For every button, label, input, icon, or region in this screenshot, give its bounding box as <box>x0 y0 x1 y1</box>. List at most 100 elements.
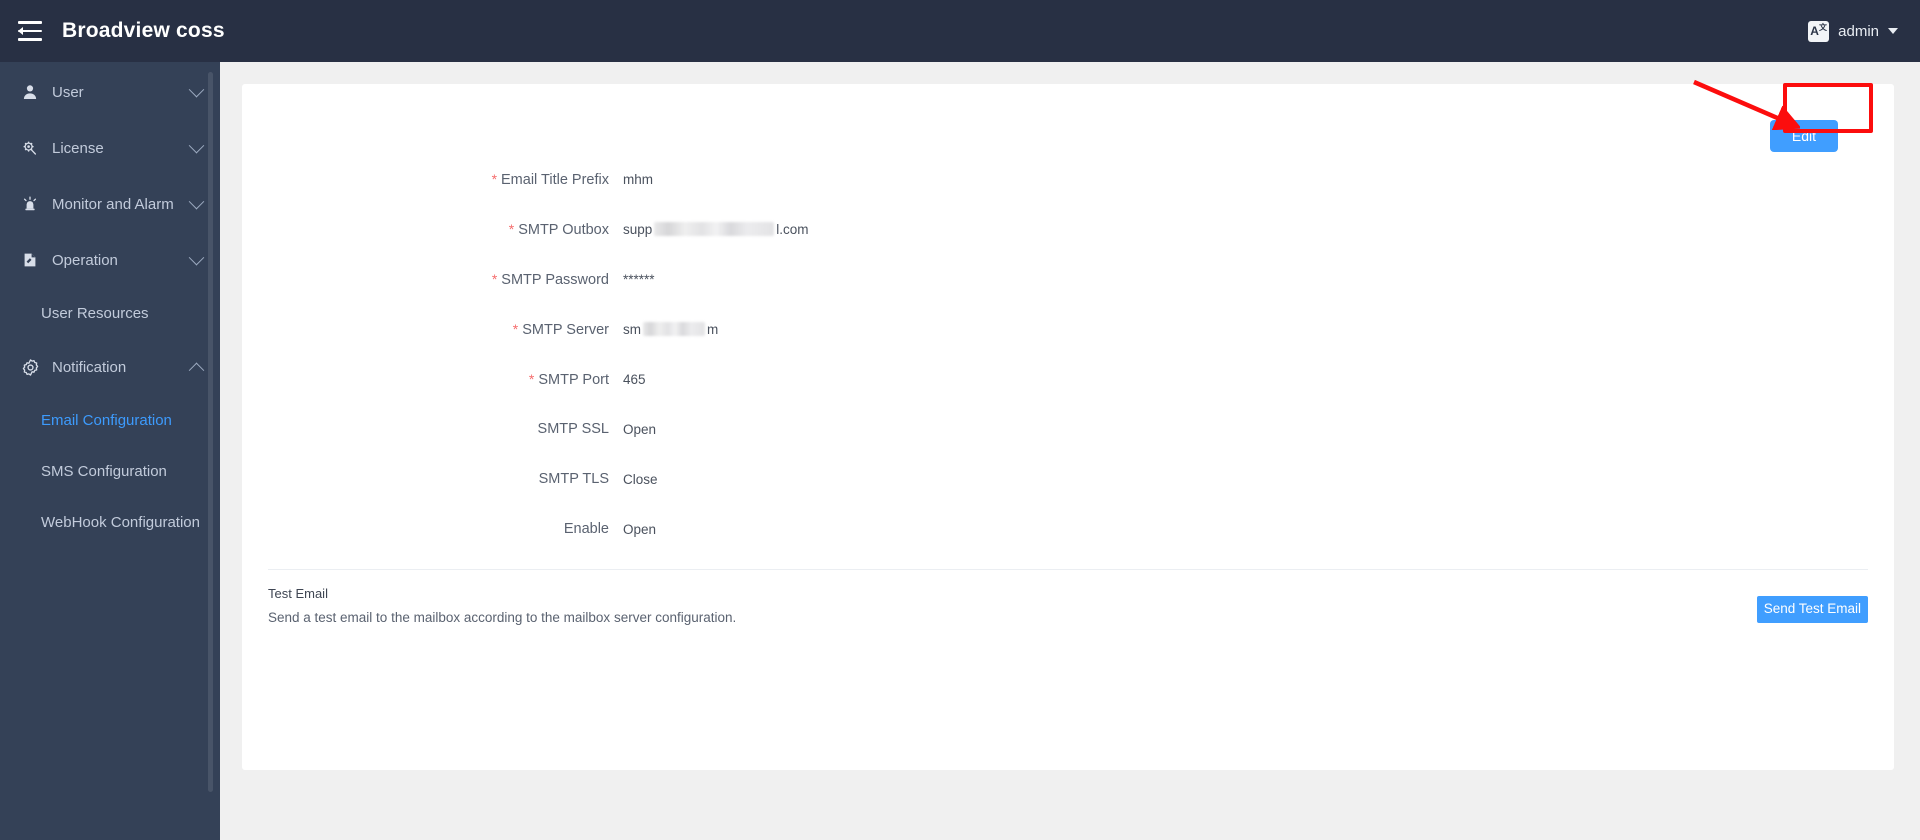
sidebar-subitem-label: Email Configuration <box>41 412 172 429</box>
sidebar: User License Monitor and Alarm Operation… <box>0 62 220 840</box>
redacted-value-mask <box>643 322 705 336</box>
edit-button[interactable]: Edit <box>1769 120 1838 152</box>
sidebar-item-user-resources[interactable]: User Resources <box>0 288 220 339</box>
form-row-label: * SMTP Password <box>268 271 623 288</box>
form-row-value-text: Open <box>623 521 657 537</box>
form-row-value-suffix: l.com <box>776 221 809 237</box>
email-configuration-card: Edit * Email Title Prefix mhm * SMTP Outbox s… <box>242 84 1894 770</box>
sidebar-scrollbar-thumb[interactable] <box>208 72 213 792</box>
form-row-label-text: Email Title Prefix <box>501 171 609 188</box>
app-root: Broadview coss A文 admin User License Mon… <box>0 0 1920 840</box>
form-row-value: sm m <box>623 322 718 337</box>
sidebar-item-operation[interactable]: Operation <box>0 232 220 288</box>
form-row: * SMTP Server sm m <box>268 304 1868 354</box>
form-row-value-text: 465 <box>623 371 646 387</box>
sidebar-item-label: User <box>52 83 84 101</box>
form-row-label-text: SMTP Port <box>538 371 609 388</box>
user-menu-label[interactable]: admin <box>1838 23 1879 40</box>
chevron-down-icon[interactable] <box>188 81 205 97</box>
test-email-title: Test Email <box>268 586 328 601</box>
form-row: * SMTP Password ****** <box>268 254 1868 304</box>
menu-collapse-icon[interactable] <box>18 21 42 41</box>
form-row-label-text: SMTP Server <box>522 321 609 338</box>
language-switch-icon[interactable]: A文 <box>1808 20 1830 42</box>
test-email-description: Send a test email to the mailbox accordi… <box>268 610 737 625</box>
form-row-label-text: Enable <box>563 521 609 537</box>
form-row: * SMTP Outbox supp l.com <box>268 204 1868 254</box>
sidebar-item-label: Operation <box>52 251 118 269</box>
sidebar-item-user[interactable]: User <box>0 64 220 120</box>
app-title: Broadview coss <box>62 19 225 42</box>
operation-wrench-icon <box>20 250 40 270</box>
redacted-value-mask <box>654 222 775 236</box>
form-row: Enable Open <box>268 504 1868 554</box>
form-row-value: ****** <box>623 272 655 287</box>
form-row-value: 465 <box>623 372 646 387</box>
language-icon-sup: 文 <box>1818 23 1827 32</box>
sidebar-item-monitor-and-alarm[interactable]: Monitor and Alarm <box>0 176 220 232</box>
required-marker: * <box>512 320 519 337</box>
chevron-down-icon[interactable] <box>188 137 205 153</box>
form-row-value-text: sm <box>623 321 641 337</box>
alarm-light-icon <box>20 194 40 214</box>
gear-icon <box>20 357 40 377</box>
form-row-label-text: SMTP TLS <box>538 471 609 487</box>
form-row-value: Open <box>623 422 656 437</box>
form-row-value-text: Open <box>623 421 657 437</box>
form-row-value-text: supp <box>623 221 653 237</box>
form-row-label: Enable <box>268 521 623 537</box>
sidebar-menu: User License Monitor and Alarm Operation… <box>0 62 220 548</box>
required-marker: * <box>508 220 515 237</box>
language-icon-letter: A <box>1810 24 1819 38</box>
form-row-label: SMTP SSL <box>268 421 623 437</box>
sidebar-item-label: Notification <box>52 358 127 376</box>
required-marker: * <box>491 170 498 187</box>
required-marker: * <box>528 370 535 387</box>
sidebar-item-email-configuration[interactable]: Email Configuration <box>0 395 220 446</box>
form-row-label-text: SMTP Outbox <box>518 221 609 238</box>
form-row-label: * SMTP Server <box>268 321 623 338</box>
user-icon <box>20 82 40 102</box>
license-gear-icon <box>20 138 40 158</box>
sidebar-subitem-label: User Resources <box>41 305 149 322</box>
form-row: SMTP SSL Open <box>268 404 1868 454</box>
form-row-label-text: SMTP Password <box>501 271 609 288</box>
form-row-value-text: mhm <box>623 171 653 187</box>
form-row-value: mhm <box>623 172 653 187</box>
sidebar-subitem-label: SMS Configuration <box>41 463 167 480</box>
chevron-down-icon[interactable] <box>188 193 205 209</box>
sidebar-item-notification[interactable]: Notification <box>0 339 220 395</box>
form-row-label: * Email Title Prefix <box>268 171 623 188</box>
form-row-value-suffix: m <box>707 321 719 337</box>
header-right-cluster: A文 admin <box>1808 20 1898 42</box>
test-email-section: Test Email Send a test email to the mail… <box>268 570 1868 625</box>
sidebar-item-sms-configuration[interactable]: SMS Configuration <box>0 446 220 497</box>
card-toolbar <box>268 84 1868 140</box>
chevron-down-icon[interactable] <box>1888 28 1898 34</box>
form-row-value: Close <box>623 472 658 487</box>
required-marker: * <box>491 270 498 287</box>
sidebar-item-label: License <box>52 139 104 157</box>
email-configuration-form: * Email Title Prefix mhm * SMTP Outbox supp l.… <box>268 140 1868 554</box>
form-row-label: * SMTP Port <box>268 371 623 388</box>
form-row-value: supp l.com <box>623 222 809 237</box>
form-row: * Email Title Prefix mhm <box>268 154 1868 204</box>
form-row: SMTP TLS Close <box>268 454 1868 504</box>
sidebar-item-webhook-configuration[interactable]: WebHook Configuration <box>0 497 220 548</box>
form-row-label: * SMTP Outbox <box>268 221 623 238</box>
form-row-value: Open <box>623 522 656 537</box>
main-content: Edit * Email Title Prefix mhm * SMTP Outbox s… <box>220 62 1920 840</box>
form-row-label-text: SMTP SSL <box>537 421 609 437</box>
send-test-email-button[interactable]: Send Test Email <box>1756 596 1868 623</box>
chevron-down-icon[interactable] <box>188 249 205 265</box>
sidebar-item-label: Monitor and Alarm <box>52 195 174 213</box>
form-row-value-text: ****** <box>623 271 655 287</box>
form-row: * SMTP Port 465 <box>268 354 1868 404</box>
form-row-label: SMTP TLS <box>268 471 623 487</box>
test-email-texts: Test Email Send a test email to the mail… <box>268 586 1757 625</box>
chevron-up-icon[interactable] <box>188 362 205 378</box>
form-row-value-text: Close <box>623 471 658 487</box>
top-header-bar: Broadview coss A文 admin <box>0 0 1920 62</box>
sidebar-item-license[interactable]: License <box>0 120 220 176</box>
sidebar-subitem-label: WebHook Configuration <box>41 514 200 531</box>
